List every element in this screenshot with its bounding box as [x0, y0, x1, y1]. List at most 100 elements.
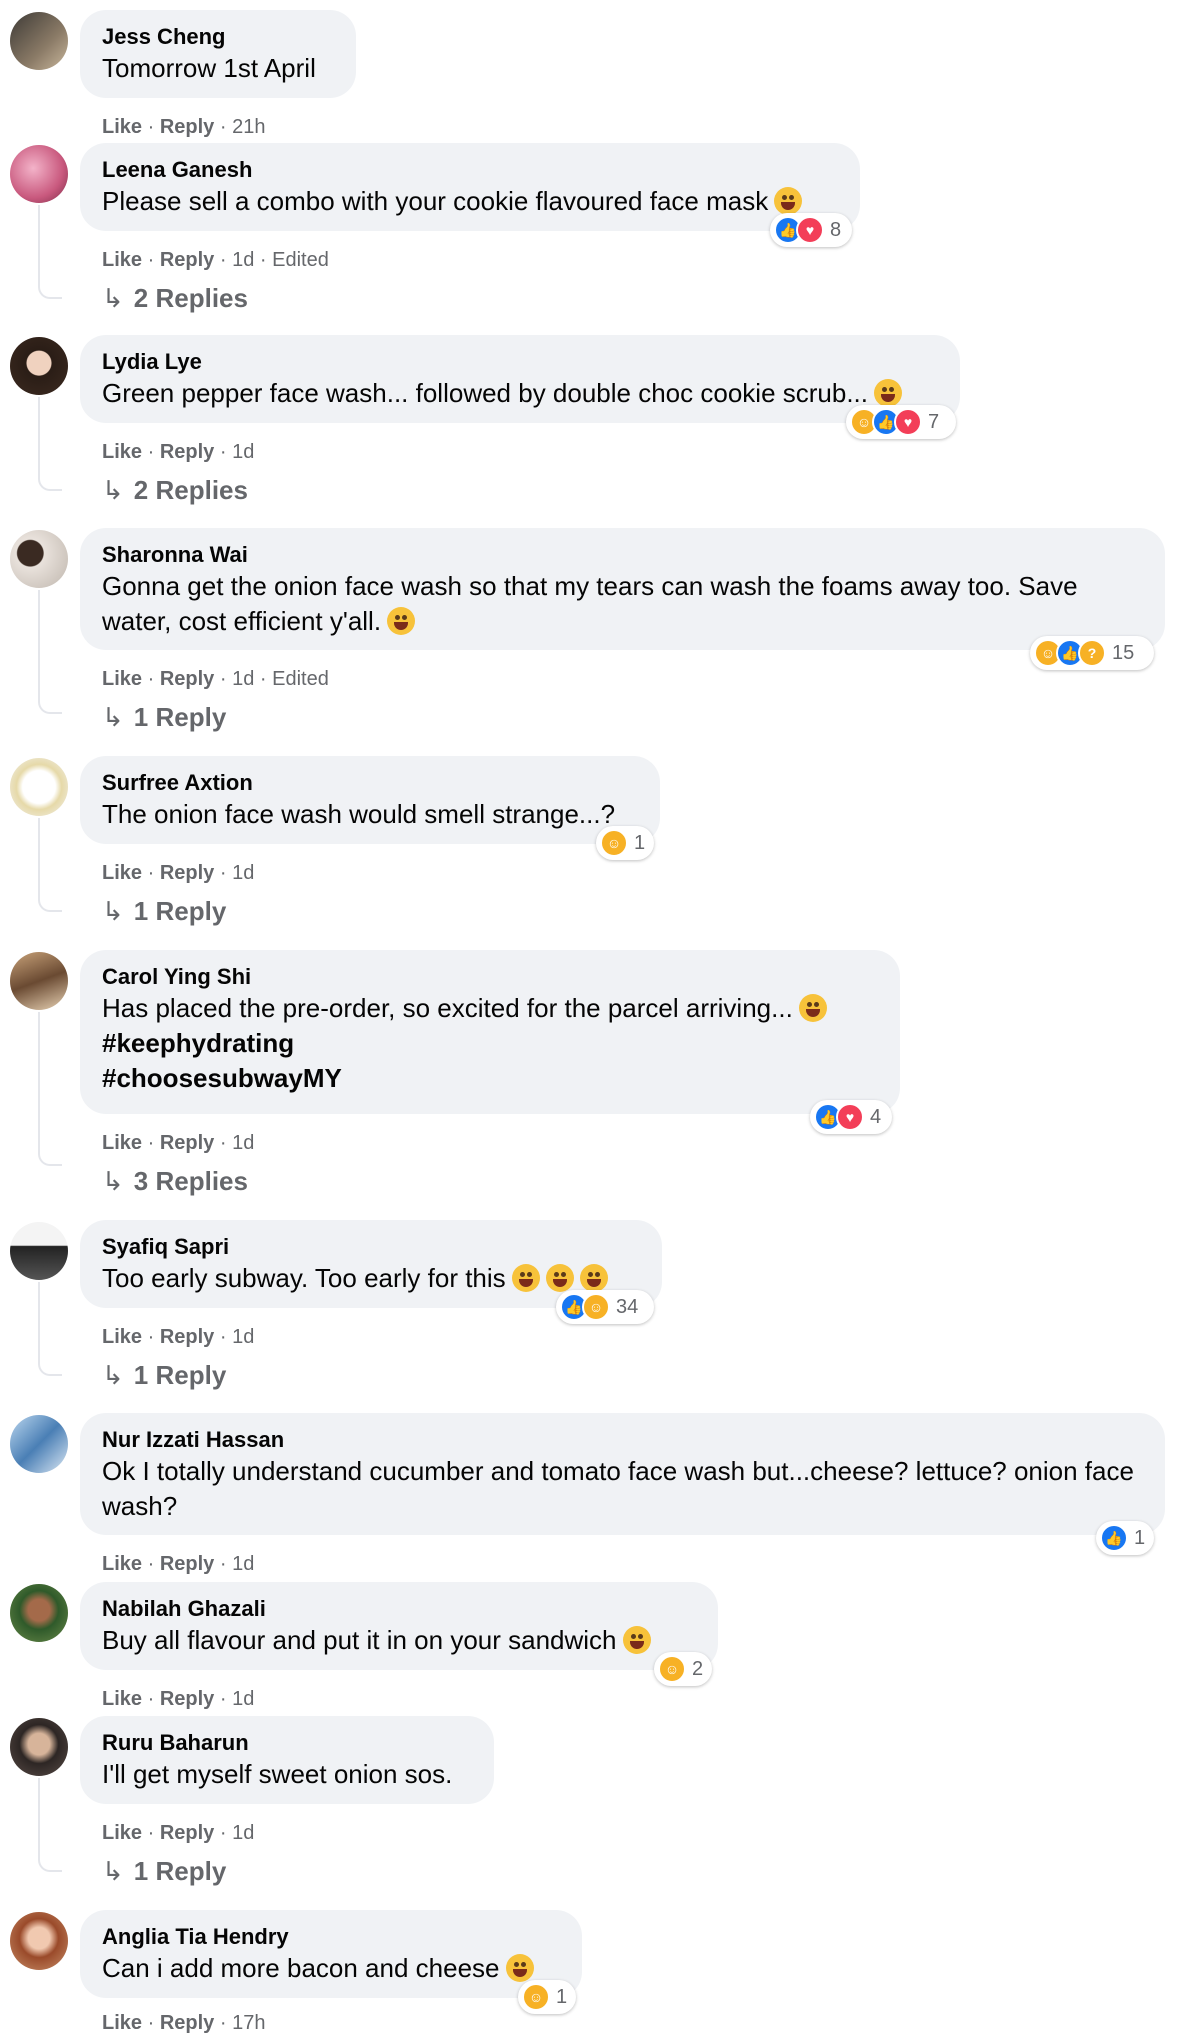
reaction-summary[interactable]: ☺ 👍 ♥ 7 — [846, 405, 956, 439]
comment-author[interactable]: Leena Ganesh — [102, 156, 838, 184]
comment-time[interactable]: 1d — [232, 1822, 254, 1844]
avatar[interactable] — [10, 758, 68, 816]
tears-of-joy-emoji-icon — [545, 1264, 574, 1292]
comment-bubble: Carol Ying Shi Has placed the pre-order,… — [80, 950, 900, 1114]
avatar[interactable] — [10, 1415, 68, 1473]
comment-author[interactable]: Lydia Lye — [102, 348, 938, 376]
hashtag-link[interactable]: #choosesubwayMY — [102, 1061, 878, 1096]
avatar[interactable] — [10, 1912, 68, 1970]
view-replies-link[interactable]: ↳ 2 Replies — [102, 281, 248, 315]
thinking-reaction-icon: ? — [1078, 639, 1106, 667]
comment-time[interactable]: 21h — [232, 116, 265, 138]
comment-time[interactable]: 1d — [232, 1326, 254, 1348]
comment-text: I'll get myself sweet onion sos. — [102, 1759, 453, 1789]
reply-link[interactable]: Reply — [160, 862, 214, 884]
reaction-summary[interactable]: ☺ 👍 ? 15 — [1030, 636, 1154, 670]
comment-bubble: Leena Ganesh Please sell a combo with yo… — [80, 143, 860, 231]
reply-link[interactable]: Reply — [160, 668, 214, 690]
avatar[interactable] — [10, 530, 68, 588]
reaction-count: 4 — [870, 1105, 882, 1128]
comment-meta: Like · Reply · 1d — [102, 1688, 255, 1710]
like-link[interactable]: Like — [102, 1688, 142, 1710]
comment-author[interactable]: Carol Ying Shi — [102, 963, 878, 991]
view-replies-link[interactable]: ↳ 2 Replies — [102, 473, 248, 507]
avatar[interactable] — [10, 1718, 68, 1776]
avatar[interactable] — [10, 337, 68, 395]
smile-sweat-emoji-icon — [874, 379, 902, 407]
view-replies-link[interactable]: ↳ 3 Replies — [102, 1164, 248, 1198]
reply-link[interactable]: Reply — [160, 116, 214, 138]
like-link[interactable]: Like — [102, 1132, 142, 1154]
reply-link[interactable]: Reply — [160, 1326, 214, 1348]
comment-time[interactable]: 1d — [232, 1688, 254, 1710]
comment-author[interactable]: Nur Izzati Hassan — [102, 1426, 1143, 1454]
comment-author[interactable]: Surfree Axtion — [102, 769, 638, 797]
reaction-summary[interactable]: 👍 1 — [1096, 1521, 1154, 1555]
reply-arrow-icon: ↳ — [102, 1856, 124, 1886]
reaction-count: 7 — [928, 410, 940, 433]
reply-arrow-icon: ↳ — [102, 1360, 124, 1390]
reply-link[interactable]: Reply — [160, 2012, 214, 2034]
comment-time[interactable]: 1d — [232, 668, 254, 690]
like-link[interactable]: Like — [102, 2012, 142, 2034]
comment-meta: Like · Reply · 21h — [102, 116, 266, 138]
comment-time[interactable]: 1d — [232, 249, 254, 271]
comment-time[interactable]: 1d — [232, 441, 254, 463]
avatar[interactable] — [10, 12, 68, 70]
reply-link[interactable]: Reply — [160, 1132, 214, 1154]
avatar[interactable] — [10, 1222, 68, 1280]
comment-time[interactable]: 1d — [232, 1553, 254, 1575]
comment-text: Ok I totally understand cucumber and tom… — [102, 1456, 1134, 1521]
reply-link[interactable]: Reply — [160, 441, 214, 463]
comment-author[interactable]: Jess Cheng — [102, 23, 334, 51]
reaction-count: 1 — [634, 831, 646, 854]
like-link[interactable]: Like — [102, 116, 142, 138]
comment-author[interactable]: Sharonna Wai — [102, 541, 1143, 569]
reply-arrow-icon: ↳ — [102, 1166, 124, 1196]
reaction-summary[interactable]: ☺ 1 — [596, 826, 654, 860]
reaction-summary[interactable]: 👍 ♥ 4 — [810, 1100, 892, 1134]
reaction-summary[interactable]: ☺ 1 — [518, 1980, 576, 2014]
like-link[interactable]: Like — [102, 1326, 142, 1348]
reaction-summary[interactable]: 👍 ♥ 8 — [770, 213, 852, 247]
view-replies-link[interactable]: ↳ 1 Reply — [102, 1854, 226, 1888]
comment-author[interactable]: Syafiq Sapri — [102, 1233, 640, 1261]
view-replies-link[interactable]: ↳ 1 Reply — [102, 700, 226, 734]
like-link[interactable]: Like — [102, 862, 142, 884]
comment-text: Tomorrow 1st April — [102, 53, 316, 83]
hashtag-link[interactable]: #keephydrating — [102, 1026, 878, 1061]
comment-time[interactable]: 17h — [232, 2012, 265, 2034]
comment-author[interactable]: Anglia Tia Hendry — [102, 1923, 560, 1951]
thread-line — [38, 818, 62, 912]
comment-meta: Like · Reply · 17h — [102, 2012, 266, 2034]
reply-arrow-icon: ↳ — [102, 283, 124, 313]
reaction-count: 1 — [1134, 1526, 1146, 1549]
comment-time[interactable]: 1d — [232, 1132, 254, 1154]
like-link[interactable]: Like — [102, 668, 142, 690]
laughing-emoji-icon — [622, 1626, 651, 1654]
reply-link[interactable]: Reply — [160, 1553, 214, 1575]
avatar[interactable] — [10, 1584, 68, 1642]
reaction-summary[interactable]: 👍 ☺ 34 — [556, 1290, 654, 1324]
view-replies-link[interactable]: ↳ 1 Reply — [102, 1358, 226, 1392]
comment-bubble: Surfree Axtion The onion face wash would… — [80, 756, 660, 844]
thread-line — [38, 1778, 62, 1872]
like-link[interactable]: Like — [102, 1822, 142, 1844]
tears-of-joy-emoji-icon — [579, 1264, 608, 1292]
reaction-summary[interactable]: ☺ 2 — [654, 1652, 712, 1686]
reply-link[interactable]: Reply — [160, 1688, 214, 1710]
like-link[interactable]: Like — [102, 1553, 142, 1575]
reaction-count: 2 — [692, 1657, 704, 1680]
like-link[interactable]: Like — [102, 249, 142, 271]
comment-author[interactable]: Nabilah Ghazali — [102, 1595, 696, 1623]
avatar[interactable] — [10, 952, 68, 1010]
like-link[interactable]: Like — [102, 441, 142, 463]
reply-link[interactable]: Reply — [160, 1822, 214, 1844]
avatar[interactable] — [10, 145, 68, 203]
reply-link[interactable]: Reply — [160, 249, 214, 271]
comment-time[interactable]: 1d — [232, 862, 254, 884]
view-replies-link[interactable]: ↳ 1 Reply — [102, 894, 226, 928]
smiling-hearts-emoji-icon — [505, 1954, 534, 1982]
reaction-count: 1 — [556, 1985, 568, 2008]
comment-author[interactable]: Ruru Baharun — [102, 1729, 472, 1757]
